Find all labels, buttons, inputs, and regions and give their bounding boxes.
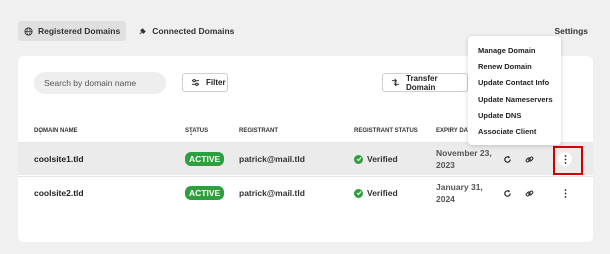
menu-item-manage-domain[interactable]: Manage Domain <box>468 42 561 58</box>
column-header-registrant-status: REGISTRANT STATUS <box>354 128 418 134</box>
column-header-registrant: REGISTRANT <box>239 128 278 134</box>
filter-button[interactable]: Filter <box>182 73 228 92</box>
menu-item-update-dns[interactable]: Update DNS <box>468 107 561 123</box>
tab-connected-domains[interactable]: Connected Domains <box>132 21 240 41</box>
refresh-icon[interactable] <box>502 188 512 198</box>
highlight-box <box>553 146 583 175</box>
tab-registered-domains[interactable]: Registered Domains <box>18 21 127 41</box>
domain-name[interactable]: coolsite1.tld <box>34 154 84 164</box>
transfer-label: Transfer Domain <box>406 73 438 92</box>
settings-link[interactable]: Settings <box>554 26 588 36</box>
column-header-expiry: EXPIRY DAT <box>436 128 472 134</box>
menu-item-renew-domain[interactable]: Renew Domain <box>468 58 561 74</box>
check-circle-icon <box>354 154 363 164</box>
refresh-icon[interactable] <box>502 154 512 164</box>
registrant-email: patrick@mail.tld <box>239 188 305 198</box>
column-header-status[interactable]: STATUS ↓ <box>185 128 208 137</box>
tab-label: Connected Domains <box>152 26 235 36</box>
menu-item-update-contact-info[interactable]: Update Contact Info <box>468 75 561 91</box>
expiry-date: November 23, 2023 <box>436 148 492 170</box>
table-row[interactable]: coolsite2.tld ACTIVE patrick@mail.tld Ve… <box>18 176 593 209</box>
registrant-email: patrick@mail.tld <box>239 154 305 164</box>
domain-name[interactable]: coolsite2.tld <box>34 188 84 198</box>
plug-icon <box>138 27 147 36</box>
registrant-status-label: Verified <box>367 154 398 164</box>
menu-item-update-nameservers[interactable]: Update Nameservers <box>468 91 561 107</box>
more-options-icon[interactable] <box>558 186 572 200</box>
filter-label: Filter <box>206 78 226 87</box>
globe-icon <box>24 26 33 36</box>
registrant-status-label: Verified <box>367 188 398 198</box>
link-icon[interactable] <box>524 154 534 164</box>
column-header-domain[interactable]: DOMAIN NAME ↑ <box>34 128 78 137</box>
link-icon[interactable] <box>524 188 534 198</box>
filter-icon <box>191 78 200 88</box>
status-badge: ACTIVE <box>185 152 225 166</box>
menu-item-associate-client[interactable]: Associate Client <box>468 123 561 139</box>
tab-label: Registered Domains <box>38 26 121 36</box>
domain-tabs: Registered Domains Connected Domains <box>18 21 240 41</box>
expiry-date: January 31, 2024 <box>436 182 483 204</box>
registrant-status: Verified <box>354 188 398 198</box>
registrant-status: Verified <box>354 154 398 164</box>
transfer-icon <box>391 78 400 88</box>
header-label: STATUS <box>185 128 209 134</box>
row-actions-menu: Manage Domain Renew Domain Update Contac… <box>468 36 561 145</box>
status-badge: ACTIVE <box>185 186 225 200</box>
check-circle-icon <box>354 188 363 198</box>
header-label: DOMAIN NAME <box>34 128 78 134</box>
search-input[interactable]: Search by domain name <box>34 72 166 94</box>
table-row[interactable]: coolsite1.tld ACTIVE patrick@mail.tld Ve… <box>18 142 593 175</box>
transfer-domain-button[interactable]: Transfer Domain <box>382 73 468 92</box>
